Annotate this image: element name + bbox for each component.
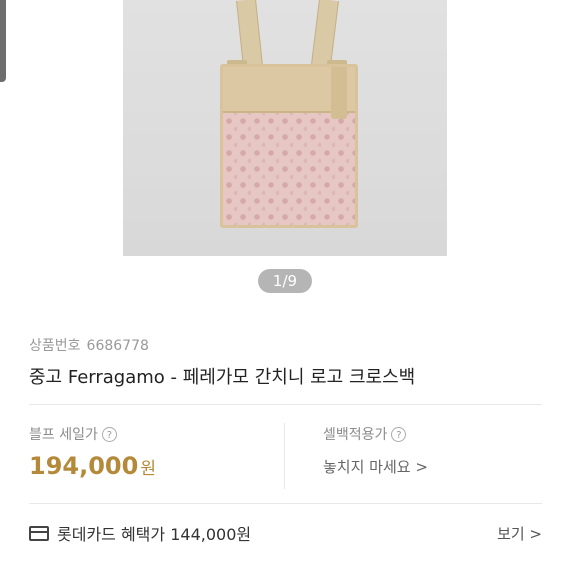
scrollbar-edge[interactable] — [0, 0, 6, 82]
sale-price-block: 블프 세일가 ? 194,000 원 — [29, 424, 156, 480]
question-circle-icon[interactable]: ? — [391, 426, 407, 442]
sale-price: 194,000 원 — [29, 452, 156, 480]
sale-price-value: 194,000 — [29, 452, 139, 480]
sell-back-label: 셀백적용가 — [323, 427, 388, 443]
sale-price-currency: 원 — [140, 459, 156, 479]
product-id: 상품번호 6686778 — [29, 335, 149, 355]
sale-price-label: 블프 세일가 — [29, 427, 98, 443]
bag-strap-right — [311, 0, 339, 67]
product-id-label: 상품번호 — [29, 338, 81, 354]
card-benefit-text: 롯데카드 혜택가 144,000원 — [57, 525, 252, 544]
product-id-value: 6686778 — [86, 338, 149, 354]
question-circle-icon[interactable]: ? — [101, 426, 117, 442]
view-button[interactable]: 보기 > — [497, 523, 542, 544]
sell-back-link[interactable]: 놓치지 마세요 > — [323, 456, 428, 477]
card-benefit-row[interactable]: 롯데카드 혜택가 144,000원 보기 > — [29, 520, 542, 546]
bag-flap-tab — [331, 67, 347, 119]
divider-top — [29, 404, 542, 405]
vertical-divider — [284, 423, 285, 489]
product-title: 중고 Ferragamo - 페레가모 간치니 로고 크로스백 — [29, 367, 416, 388]
bag-strap-left — [236, 0, 263, 67]
sell-back-label-row: 셀백적용가 ? — [323, 424, 428, 444]
divider-bottom — [29, 503, 542, 504]
image-counter-badge: 1/9 — [258, 269, 312, 293]
credit-card-icon — [29, 525, 49, 541]
sale-price-label-row: 블프 세일가 ? — [29, 424, 156, 444]
sell-back-block: 셀백적용가 ? 놓치지 마세요 > — [323, 424, 428, 477]
product-image[interactable] — [123, 0, 447, 256]
bag-body — [220, 64, 358, 228]
